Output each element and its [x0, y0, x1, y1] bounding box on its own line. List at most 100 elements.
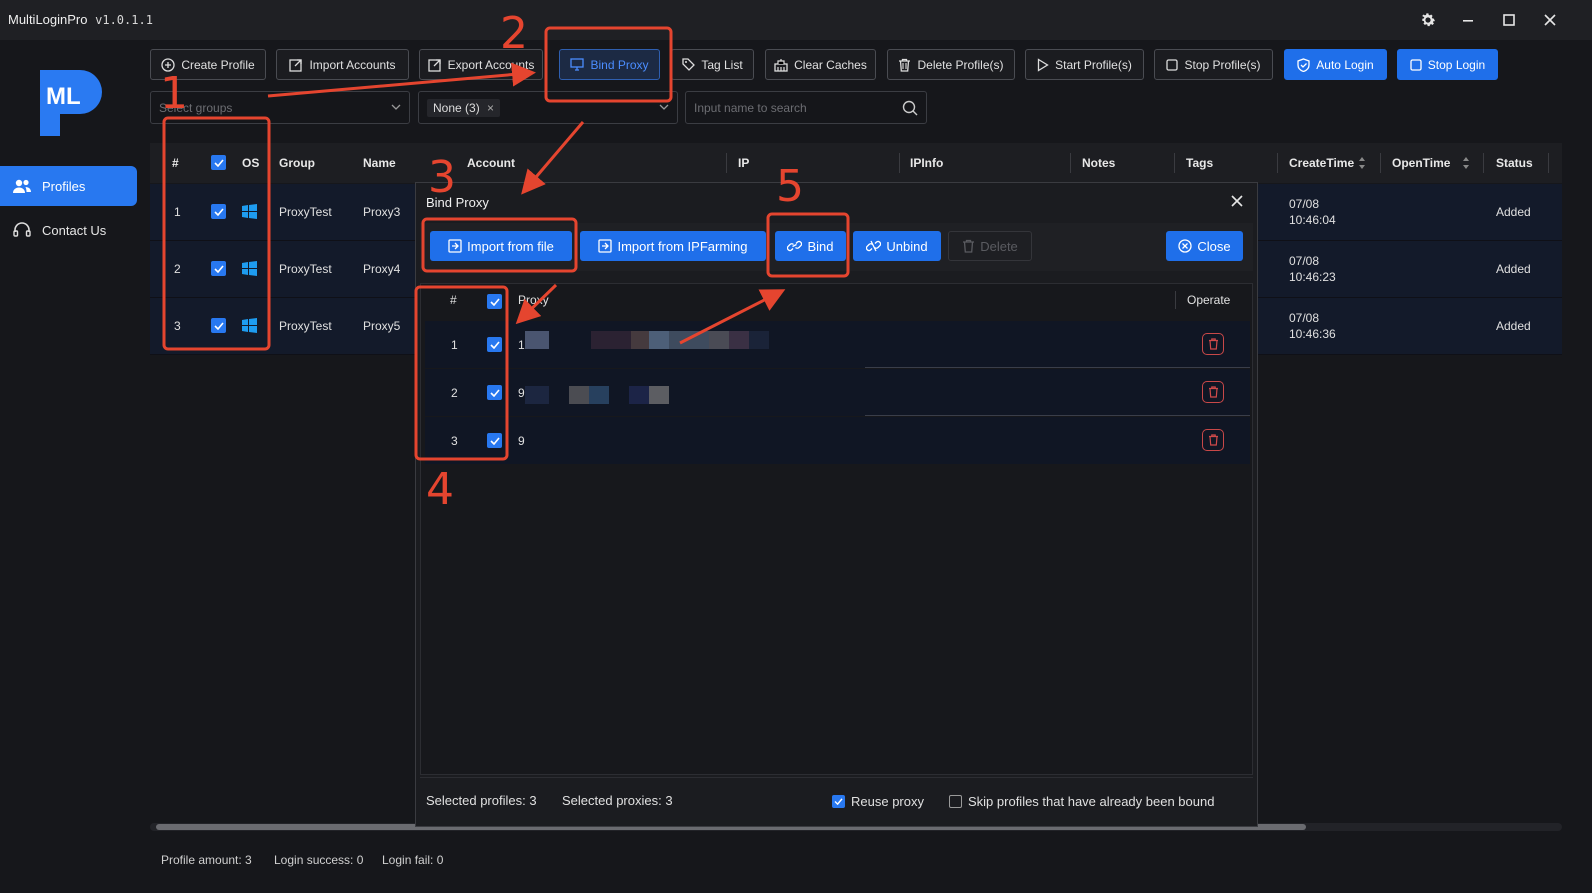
delete-row-icon[interactable] — [1202, 381, 1224, 403]
row-checkbox[interactable] — [211, 204, 226, 219]
row-status: Added — [1496, 319, 1531, 333]
delete-row-icon[interactable] — [1202, 429, 1224, 451]
close-icon[interactable] — [1537, 8, 1563, 32]
stop-icon — [1410, 58, 1422, 71]
row-index: 1 — [451, 338, 458, 352]
tag-chip[interactable]: None (3) × — [427, 98, 501, 117]
select-all-checkbox[interactable] — [211, 155, 226, 170]
sidebar-item-label: Contact Us — [42, 222, 107, 238]
row-create-date: 07/08 — [1289, 254, 1320, 268]
sidebar-item-contact-us[interactable]: Contact Us — [0, 210, 137, 250]
profile-amount: Profile amount: 3 — [161, 853, 252, 867]
row-status: Added — [1496, 205, 1531, 219]
row-group: ProxyTest — [279, 262, 332, 276]
headset-icon — [12, 222, 32, 238]
close-button[interactable]: Close — [1166, 231, 1243, 261]
windows-icon — [242, 261, 257, 276]
import-icon — [598, 239, 613, 253]
shield-icon — [1297, 57, 1310, 72]
export-icon — [427, 58, 441, 72]
trash-icon — [963, 239, 975, 253]
unbind-button[interactable]: Unbind — [853, 231, 941, 261]
tag-filter-select[interactable]: None (3) × — [418, 91, 678, 124]
import-icon — [289, 58, 303, 72]
groups-select[interactable]: Select groups — [150, 91, 410, 124]
bind-button[interactable]: Bind — [775, 231, 846, 261]
button-label: Bind — [807, 238, 834, 254]
row-status: Added — [1496, 262, 1531, 276]
import-from-file-button[interactable]: Import from file — [430, 231, 572, 261]
bind-proxy-button[interactable]: Bind Proxy — [559, 49, 660, 80]
button-label: Delete — [980, 238, 1018, 254]
row-checkbox[interactable] — [487, 337, 502, 352]
row-checkbox[interactable] — [487, 385, 502, 400]
sort-icon[interactable] — [1462, 156, 1470, 170]
delete-profiles-button[interactable]: Delete Profile(s) — [887, 49, 1015, 80]
skip-bound-checkbox[interactable] — [949, 795, 962, 808]
proxy-row[interactable]: 2 9 — [425, 369, 1250, 416]
row-checkbox[interactable] — [211, 261, 226, 276]
stop-login-button[interactable]: Stop Login — [1397, 49, 1498, 80]
step-1-label: 1 — [160, 68, 188, 119]
row-checkbox[interactable] — [487, 433, 502, 448]
row-index: 3 — [451, 434, 458, 448]
delete-row-icon[interactable] — [1202, 333, 1224, 355]
select-all-proxies-checkbox[interactable] — [487, 294, 502, 309]
column-createtime[interactable]: CreateTime — [1289, 156, 1354, 170]
tag-chip-label: None (3) — [433, 100, 480, 115]
column-os: OS — [242, 156, 260, 170]
button-label: Create Profile — [181, 57, 255, 72]
column-group: Group — [279, 156, 315, 170]
link-icon — [787, 240, 803, 252]
title-bar: MultiLoginPro v1.0.1.1 — [0, 0, 1592, 40]
row-index: 2 — [174, 262, 181, 276]
tag-list-button[interactable]: Tag List — [671, 49, 754, 80]
column-ipinfo: IPInfo — [910, 156, 944, 170]
import-accounts-button[interactable]: Import Accounts — [276, 49, 409, 80]
proxy-row[interactable]: 1 1 — [425, 321, 1250, 368]
reuse-proxy-label: Reuse proxy — [851, 794, 924, 809]
profiles-table-header: # OS Group Name Account IP IPInfo Notes … — [150, 143, 1562, 183]
row-create-time: 10:46:36 — [1289, 327, 1336, 341]
button-label: Start Profile(s) — [1055, 57, 1132, 72]
row-name: Proxy3 — [363, 205, 401, 219]
proxy-value: 1 — [518, 338, 525, 352]
minimize-icon[interactable] — [1455, 8, 1481, 32]
login-fail: Login fail: 0 — [382, 853, 444, 867]
stop-profiles-button[interactable]: Stop Profile(s) — [1154, 49, 1273, 80]
auto-login-button[interactable]: Auto Login — [1284, 49, 1387, 80]
close-icon[interactable] — [1227, 191, 1247, 211]
column-opentime[interactable]: OpenTime — [1392, 156, 1450, 170]
remove-icon[interactable]: × — [487, 101, 494, 115]
proxy-row[interactable]: 3 9 — [425, 417, 1250, 464]
dialog-toolbar: Import from file Import from IPFarming B… — [420, 223, 1253, 271]
selected-profiles-count: Selected profiles: 3 — [426, 793, 537, 808]
reuse-proxy-checkbox[interactable] — [832, 795, 845, 808]
sidebar-item-profiles[interactable]: Profiles — [0, 166, 137, 206]
sort-icon[interactable] — [1358, 156, 1366, 170]
column-index: # — [172, 156, 179, 170]
row-create-date: 07/08 — [1289, 311, 1320, 325]
unlink-icon — [866, 240, 882, 252]
search-icon[interactable] — [902, 100, 918, 116]
button-label: Import Accounts — [309, 57, 396, 72]
column-name: Name — [363, 156, 396, 170]
row-checkbox[interactable] — [211, 318, 226, 333]
app-name: MultiLoginPro — [8, 12, 88, 27]
clear-caches-button[interactable]: Clear Caches — [765, 49, 876, 80]
import-from-ipfarming-button[interactable]: Import from IPFarming — [580, 231, 766, 261]
app-version: v1.0.1.1 — [95, 13, 153, 27]
close-circle-icon — [1178, 239, 1193, 253]
delete-button[interactable]: Delete — [948, 231, 1032, 261]
stop-icon — [1166, 58, 1179, 71]
row-index: 2 — [451, 386, 458, 400]
start-profiles-button[interactable]: Start Profile(s) — [1025, 49, 1144, 80]
gear-icon[interactable] — [1415, 8, 1441, 32]
row-group: ProxyTest — [279, 205, 332, 219]
selected-proxies-count: Selected proxies: 3 — [562, 793, 673, 808]
windows-icon — [242, 204, 257, 219]
button-label: Stop Login — [1427, 57, 1486, 72]
search-input[interactable]: Input name to search — [685, 91, 927, 124]
proxy-value: 9 — [518, 434, 525, 448]
maximize-icon[interactable] — [1496, 8, 1522, 32]
